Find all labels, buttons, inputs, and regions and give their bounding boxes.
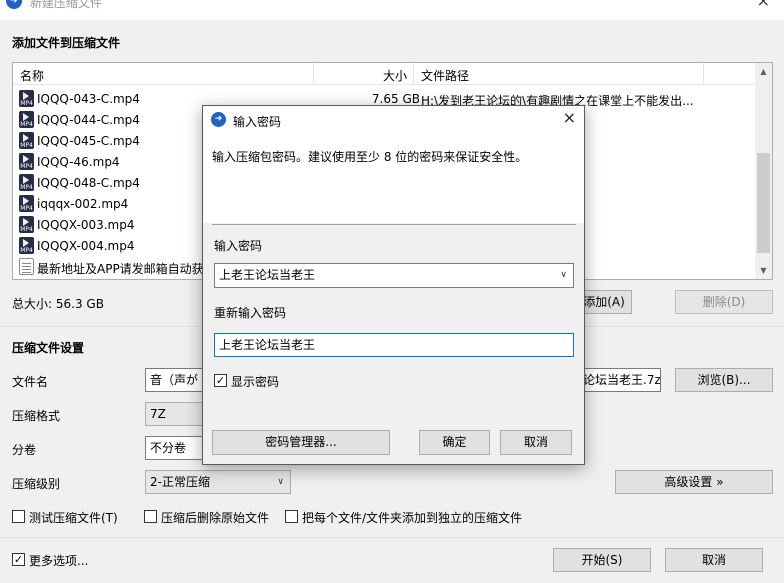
text-file-icon (19, 258, 34, 275)
dialog-ok-button[interactable]: 确定 (419, 430, 490, 455)
file-name: IQQQ-46.mp4 (37, 155, 120, 169)
file-name: iqqqx-002.mp4 (37, 197, 129, 211)
dialog-divider (212, 224, 576, 225)
advanced-settings-button[interactable]: 高级设置 » (615, 470, 773, 494)
test-archive-checkbox[interactable] (12, 510, 25, 523)
dialog-info-text: 输入压缩包密码。建议使用至少 8 位的密码来保证安全性。 (212, 150, 528, 164)
file-name: IQQQ-044-C.mp4 (37, 113, 140, 127)
scroll-down-icon[interactable]: ▼ (755, 262, 772, 279)
column-header-size[interactable]: 大小 (383, 67, 407, 84)
mp4-file-icon (19, 195, 34, 212)
dialog-cancel-button[interactable]: 取消 (500, 430, 572, 455)
filename-label: 文件名 (12, 375, 49, 389)
show-password-label: 显示密码 (231, 375, 280, 389)
file-name: IQQQX-003.mp4 (37, 218, 135, 232)
add-files-heading: 添加文件到压缩文件 (12, 36, 121, 50)
column-divider[interactable] (313, 63, 314, 85)
dialog-titlebar: ➜ 输入密码 × (203, 106, 584, 133)
scroll-up-icon[interactable]: ▲ (755, 63, 772, 80)
file-list-scrollbar[interactable]: ▲ ▼ (755, 63, 772, 279)
separate-archives-label: 把每个文件/文件夹添加到独立的压缩文件 (302, 511, 523, 525)
delete-after-checkbox[interactable] (144, 510, 157, 523)
volume-label: 分卷 (12, 443, 37, 457)
column-divider[interactable] (703, 63, 704, 85)
filename-input[interactable]: 音（声が (145, 368, 205, 392)
mp4-file-icon (19, 174, 34, 191)
format-select[interactable]: 7Z (145, 402, 205, 426)
mp4-file-icon (19, 90, 34, 107)
cancel-button[interactable]: 取消 (665, 548, 763, 572)
file-name: IQQQ-043-C.mp4 (37, 92, 140, 106)
confirm-password-input[interactable]: 上老王论坛当老王 (214, 333, 574, 357)
show-password-checkbox[interactable]: ✓ (214, 374, 227, 387)
app-logo-icon: ➜ (6, 0, 22, 9)
column-divider[interactable] (413, 63, 414, 85)
chevron-down-icon[interactable]: ∨ (560, 264, 567, 286)
file-name: IQQQX-004.mp4 (37, 239, 135, 253)
browse-button[interactable]: 浏览(B)... (675, 368, 773, 392)
delete-button[interactable]: 删除(D) (675, 290, 773, 314)
file-name: IQQQ-048-C.mp4 (37, 176, 140, 190)
column-header-path[interactable]: 文件路径 (421, 67, 469, 84)
password-label: 输入密码 (214, 239, 263, 253)
dialog-title: 输入密码 (233, 115, 282, 129)
filename-input-tail[interactable]: 论坛当老王.7z (578, 368, 661, 392)
start-button[interactable]: 开始(S) (553, 548, 651, 572)
level-select-value: 2-正常压缩 (150, 475, 210, 489)
mp4-file-icon (19, 132, 34, 149)
settings-heading: 压缩文件设置 (12, 341, 85, 355)
mp4-file-icon (19, 153, 34, 170)
level-select[interactable]: 2-正常压缩 ∨ (145, 470, 291, 494)
mp4-file-icon (19, 111, 34, 128)
password-manager-button[interactable]: 密码管理器... (212, 430, 390, 455)
password-dialog: ➜ 输入密码 × 输入压缩包密码。建议使用至少 8 位的密码来保证安全性。 输入… (202, 105, 585, 465)
app-logo-icon: ➜ (211, 112, 226, 127)
section-divider (0, 537, 784, 538)
delete-after-label: 压缩后删除原始文件 (161, 511, 270, 525)
format-label: 压缩格式 (12, 409, 61, 423)
window-titlebar: ➜ 新建压缩文件 × (0, 0, 784, 20)
more-options-checkbox[interactable]: ✓ (12, 553, 25, 566)
window-close-icon[interactable]: × (757, 0, 770, 10)
volume-select[interactable]: 不分卷 (145, 436, 205, 460)
window-title: 新建压缩文件 (30, 0, 103, 10)
file-name: IQQQ-045-C.mp4 (37, 134, 140, 148)
dialog-info-panel: 输入压缩包密码。建议使用至少 8 位的密码来保证安全性。 (203, 133, 584, 223)
mp4-file-icon (19, 237, 34, 254)
more-options-label: 更多选项... (29, 554, 89, 568)
test-archive-label: 测试压缩文件(T) (29, 511, 118, 525)
separate-archives-checkbox[interactable] (285, 510, 298, 523)
password-input-value: 上老王论坛当老王 (219, 268, 316, 282)
file-name: 最新地址及APP请发邮箱自动获 (37, 262, 204, 276)
password-input[interactable]: 上老王论坛当老王 ∨ (214, 263, 574, 288)
file-list-header: 名称 大小 文件路径 (13, 63, 756, 85)
mp4-file-icon (19, 216, 34, 233)
file-size: 7.65 GB (371, 92, 420, 106)
confirm-password-label: 重新输入密码 (214, 306, 287, 320)
level-label: 压缩级别 (12, 477, 61, 491)
column-header-name[interactable]: 名称 (20, 67, 44, 84)
chevron-down-icon: ∨ (277, 477, 284, 487)
dialog-close-icon[interactable]: × (563, 108, 576, 127)
total-size-text: 总大小: 56.3 GB (12, 297, 104, 311)
scrollbar-thumb[interactable] (757, 153, 770, 253)
